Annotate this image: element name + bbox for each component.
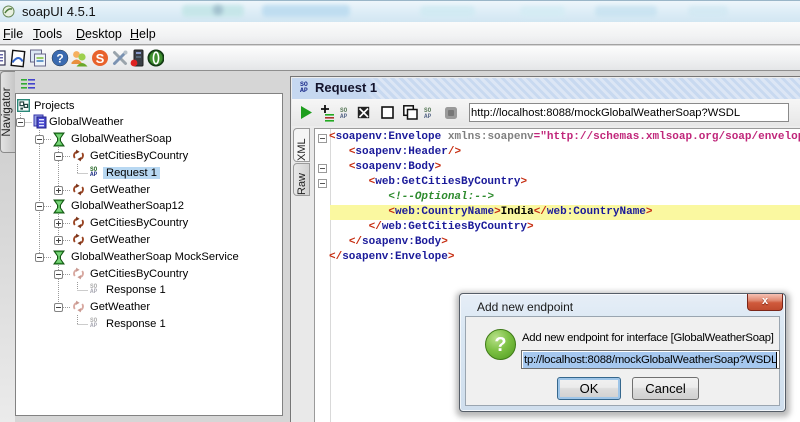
svg-text:AP: AP: [340, 113, 348, 120]
svg-text:S: S: [96, 51, 105, 66]
svg-text:AP: AP: [424, 113, 432, 120]
svg-text:?: ?: [56, 52, 63, 66]
